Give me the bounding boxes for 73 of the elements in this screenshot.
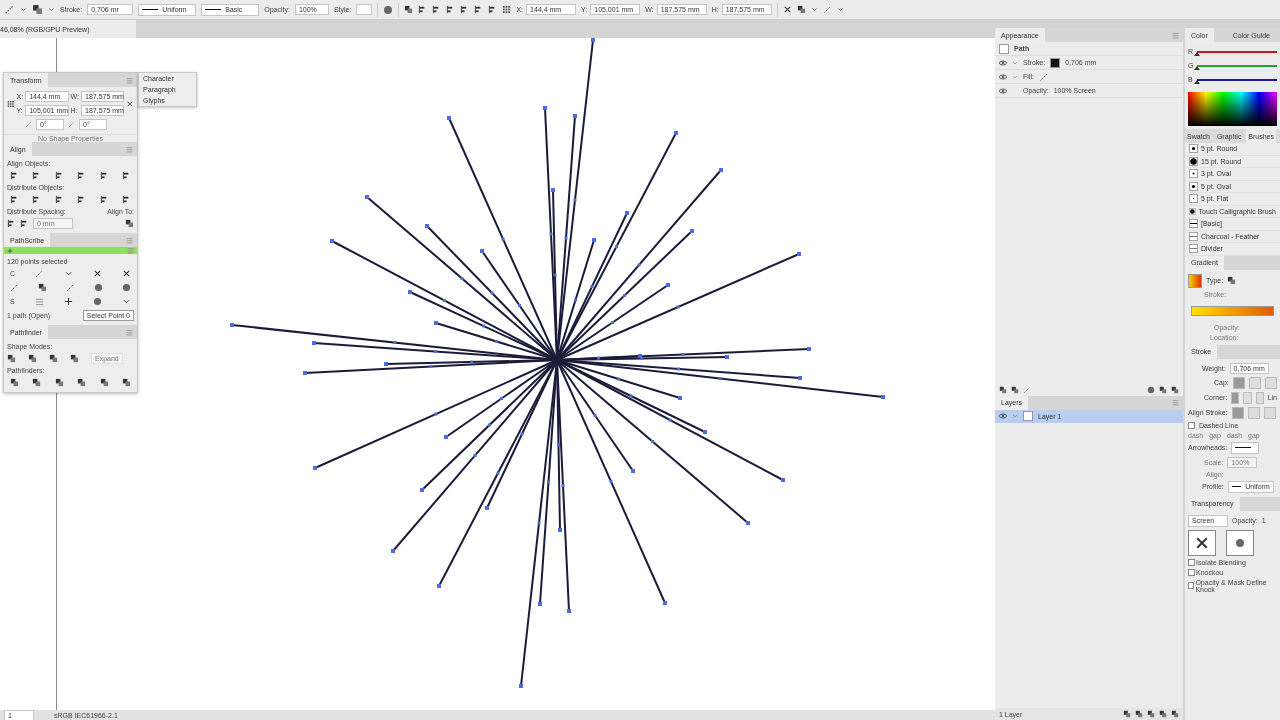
layer-action-icon[interactable] <box>1135 710 1143 718</box>
minus-front-icon[interactable] <box>28 354 37 363</box>
fill-swatch-icon[interactable] <box>32 4 43 15</box>
mask-thumbnail[interactable] <box>1226 529 1254 556</box>
stroke-swatch[interactable] <box>1050 57 1061 68</box>
align-icon[interactable] <box>121 171 131 180</box>
color-slider[interactable] <box>1196 78 1277 81</box>
pathfinder-icon[interactable] <box>77 378 87 387</box>
pathfinder-icon[interactable] <box>10 378 19 387</box>
arrowhead-dropdown[interactable] <box>1231 441 1260 454</box>
layer-action-icon[interactable] <box>1159 710 1167 718</box>
brush-preview-icon <box>1189 169 1198 179</box>
path-thumbnail <box>999 43 1009 54</box>
brush-preview-icon <box>1189 244 1198 254</box>
caret-icon[interactable] <box>836 6 844 13</box>
color-spectrum[interactable] <box>1188 92 1277 126</box>
brush-preview-icon <box>1189 231 1198 241</box>
distribute-icon[interactable] <box>20 219 29 228</box>
eye-icon[interactable] <box>999 412 1007 420</box>
checkbox[interactable] <box>1188 582 1195 589</box>
ellipse-icon[interactable] <box>122 283 131 292</box>
slider-thumb[interactable] <box>1194 65 1201 70</box>
duplicate-icon[interactable] <box>1159 385 1167 394</box>
cross-icon[interactable] <box>93 269 102 278</box>
slider-thumb[interactable] <box>1194 51 1201 56</box>
pathfinder-icon[interactable] <box>54 378 64 387</box>
distribute-icon[interactable] <box>10 195 19 204</box>
cross-icon[interactable] <box>122 269 131 278</box>
reference-point-icon[interactable] <box>7 99 15 108</box>
eye-icon[interactable] <box>999 86 1007 95</box>
caret-icon[interactable] <box>48 6 55 13</box>
line-tool-icon[interactable] <box>10 283 19 292</box>
color-slider[interactable] <box>1197 64 1277 67</box>
pathfinder-icon[interactable] <box>99 378 109 387</box>
unite-icon[interactable] <box>7 354 16 363</box>
color-slider[interactable] <box>1197 50 1277 53</box>
brush-preview-icon <box>1189 181 1198 191</box>
style-field[interactable] <box>356 4 373 15</box>
caret-icon[interactable] <box>810 6 818 13</box>
plus-icon[interactable] <box>63 297 73 306</box>
brush-preview-icon <box>1189 194 1198 204</box>
align-icon[interactable] <box>10 171 19 180</box>
distribute-icon[interactable] <box>54 195 64 204</box>
brush-preview-icon <box>1189 156 1198 166</box>
exclude-icon[interactable] <box>70 354 79 363</box>
gradient-swatch[interactable] <box>1188 273 1202 288</box>
distribute-icon[interactable] <box>7 219 16 228</box>
intersect-icon[interactable] <box>49 354 58 363</box>
layer-action-icon[interactable] <box>1147 710 1155 718</box>
slider-thumb[interactable] <box>1193 79 1200 84</box>
stroke-swatch-icon[interactable] <box>4 4 15 15</box>
reference-point-icon[interactable] <box>502 5 512 14</box>
brush-preview-icon <box>1189 206 1196 216</box>
distribute-icon[interactable] <box>121 195 131 204</box>
layer-action-icon[interactable] <box>1123 710 1131 718</box>
distribute-icon[interactable] <box>99 195 109 204</box>
ellipse-icon[interactable] <box>94 283 103 292</box>
checkbox[interactable] <box>1188 568 1195 576</box>
layer-action-icon[interactable] <box>1171 710 1179 718</box>
no-fill-swatch-icon[interactable] <box>1038 71 1049 82</box>
brush-preview-icon <box>1189 144 1198 154</box>
layer-thumbnail <box>1023 411 1033 421</box>
brush-preview-icon <box>1189 219 1198 229</box>
line-tool-icon[interactable] <box>35 269 45 278</box>
pathfinder-icon[interactable] <box>121 378 131 387</box>
pathfinder-icon[interactable] <box>32 378 42 387</box>
eye-icon[interactable] <box>999 72 1007 81</box>
checkbox[interactable] <box>1188 421 1195 429</box>
checkbox[interactable] <box>1188 558 1195 566</box>
caret-icon[interactable] <box>20 6 27 13</box>
eye-icon[interactable] <box>999 58 1007 67</box>
align-icon[interactable] <box>99 171 109 180</box>
align-icon[interactable] <box>54 171 64 180</box>
